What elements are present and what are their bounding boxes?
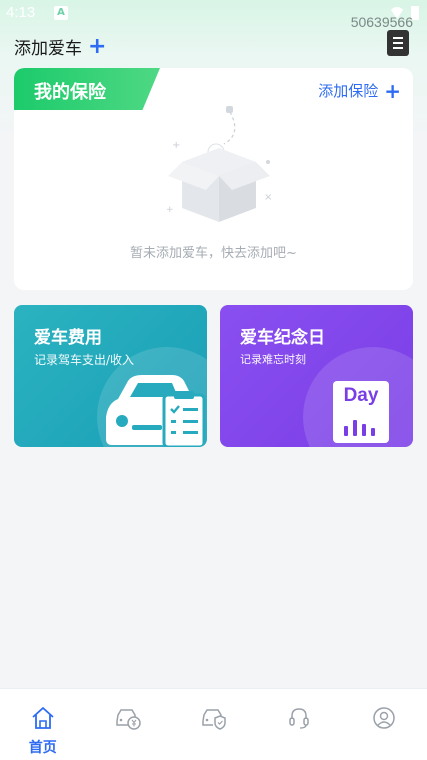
svg-text:×: ×: [264, 192, 272, 203]
add-car-label: 添加爱车: [14, 39, 82, 59]
car-expense-subtitle: 记录驾车支出/收入: [34, 353, 135, 367]
car-shield-icon: [201, 709, 226, 730]
plus-icon: +: [88, 33, 107, 59]
empty-box-icon: + + ×: [166, 106, 272, 222]
add-insurance-label: 添加保险: [318, 82, 379, 100]
tab-car-expense[interactable]: [85, 689, 170, 760]
car-expense-card[interactable]: 爱车费用 记录驾车支出/收入: [14, 305, 207, 447]
plus-icon: +: [384, 78, 401, 103]
headset-icon: [289, 708, 309, 729]
tab-car-insurance[interactable]: [171, 689, 256, 760]
tab-service[interactable]: [256, 689, 341, 760]
tab-home-label: 首页: [28, 740, 57, 756]
svg-text:+: +: [166, 205, 174, 215]
tab-home[interactable]: 首页: [0, 689, 85, 760]
day-bars-icon: [344, 420, 375, 436]
day-badge-text: Day: [343, 385, 379, 406]
insurance-card: 我的保险 添加保险 + + + × 暂未添加爱车，快去添加吧~: [14, 68, 413, 290]
home-icon: [32, 707, 54, 729]
insurance-tag-label: 我的保险: [34, 82, 106, 103]
bottom-tab-bar: 首页: [0, 688, 427, 760]
day-calendar-icon: Day: [333, 381, 389, 443]
car-anniversary-card[interactable]: 爱车纪念日 记录难忘时刻 Day: [220, 305, 413, 447]
add-car-button[interactable]: 添加爱车 +: [14, 34, 106, 59]
add-insurance-button[interactable]: 添加保险 +: [318, 80, 401, 101]
status-indicator-icon: A: [54, 6, 68, 20]
user-icon: [373, 707, 396, 729]
status-time: 4:13: [6, 4, 36, 21]
tab-profile[interactable]: [342, 689, 427, 760]
car-anniversary-title: 爱车纪念日: [240, 328, 325, 348]
svg-text:+: +: [172, 140, 180, 151]
document-icon[interactable]: [387, 30, 409, 56]
car-clipboard-icon: [106, 375, 206, 447]
device-id: 50639566: [350, 14, 413, 30]
car-expense-title: 爱车费用: [34, 328, 102, 348]
car-money-icon: [116, 709, 141, 730]
empty-state-text: 暂未添加爱车，快去添加吧~: [130, 246, 297, 261]
car-anniversary-subtitle: 记录难忘时刻: [240, 353, 306, 366]
